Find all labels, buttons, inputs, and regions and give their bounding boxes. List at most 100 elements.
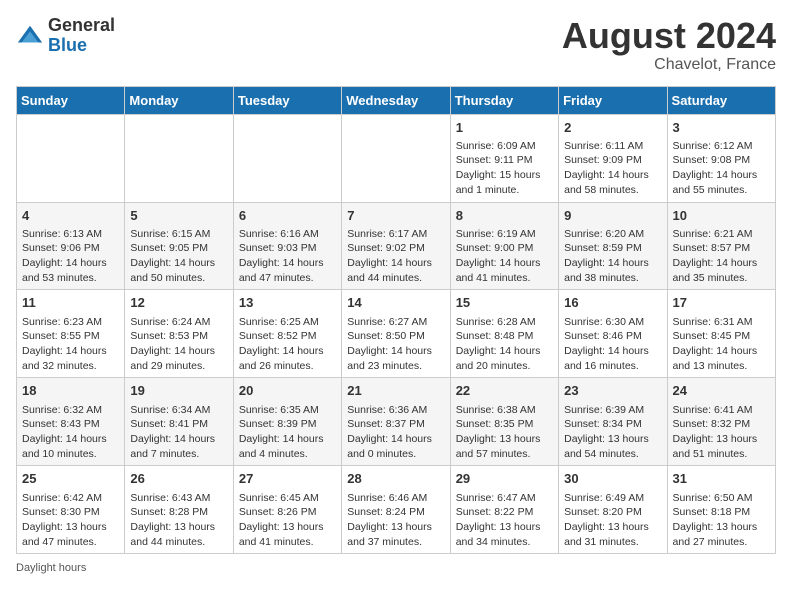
day-number: 30 bbox=[564, 470, 661, 488]
calendar-day-cell: 27 Sunrise: 6:45 AM Sunset: 8:26 PM Dayli… bbox=[233, 466, 341, 554]
calendar-day-cell bbox=[125, 114, 233, 202]
day-info: Sunrise: 6:31 AM Sunset: 8:45 PM Dayligh… bbox=[673, 315, 770, 374]
day-number: 23 bbox=[564, 382, 661, 400]
calendar: SundayMondayTuesdayWednesdayThursdayFrid… bbox=[16, 86, 776, 555]
day-number: 15 bbox=[456, 294, 553, 312]
day-info: Sunrise: 6:46 AM Sunset: 8:24 PM Dayligh… bbox=[347, 491, 444, 550]
calendar-day-cell: 21 Sunrise: 6:36 AM Sunset: 8:37 PM Dayli… bbox=[342, 378, 450, 466]
day-info: Sunrise: 6:19 AM Sunset: 9:00 PM Dayligh… bbox=[456, 227, 553, 286]
calendar-day-cell: 18 Sunrise: 6:32 AM Sunset: 8:43 PM Dayli… bbox=[17, 378, 125, 466]
day-number: 10 bbox=[673, 207, 770, 225]
day-info: Sunrise: 6:27 AM Sunset: 8:50 PM Dayligh… bbox=[347, 315, 444, 374]
day-info: Sunrise: 6:42 AM Sunset: 8:30 PM Dayligh… bbox=[22, 491, 119, 550]
day-number: 25 bbox=[22, 470, 119, 488]
day-info: Sunrise: 6:50 AM Sunset: 8:18 PM Dayligh… bbox=[673, 491, 770, 550]
day-info: Sunrise: 6:13 AM Sunset: 9:06 PM Dayligh… bbox=[22, 227, 119, 286]
calendar-day-cell: 14 Sunrise: 6:27 AM Sunset: 8:50 PM Dayli… bbox=[342, 290, 450, 378]
day-info: Sunrise: 6:17 AM Sunset: 9:02 PM Dayligh… bbox=[347, 227, 444, 286]
day-info: Sunrise: 6:38 AM Sunset: 8:35 PM Dayligh… bbox=[456, 403, 553, 462]
calendar-day-cell: 10Sunrise: 6:21 AM Sunset: 8:57 PM Dayli… bbox=[667, 202, 775, 290]
day-of-week-header: Monday bbox=[125, 86, 233, 114]
calendar-day-cell: 20 Sunrise: 6:35 AM Sunset: 8:39 PM Dayli… bbox=[233, 378, 341, 466]
calendar-day-cell: 1Sunrise: 6:09 AM Sunset: 9:11 PM Daylig… bbox=[450, 114, 558, 202]
day-info: Sunrise: 6:45 AM Sunset: 8:26 PM Dayligh… bbox=[239, 491, 336, 550]
calendar-day-cell: 8 Sunrise: 6:19 AM Sunset: 9:00 PM Daylig… bbox=[450, 202, 558, 290]
day-info: Sunrise: 6:41 AM Sunset: 8:32 PM Dayligh… bbox=[673, 403, 770, 462]
day-info: Sunrise: 6:36 AM Sunset: 8:37 PM Dayligh… bbox=[347, 403, 444, 462]
day-info: Sunrise: 6:12 AM Sunset: 9:08 PM Dayligh… bbox=[673, 139, 770, 198]
calendar-day-cell: 9 Sunrise: 6:20 AM Sunset: 8:59 PM Daylig… bbox=[559, 202, 667, 290]
day-number: 31 bbox=[673, 470, 770, 488]
calendar-day-cell bbox=[342, 114, 450, 202]
calendar-day-cell bbox=[17, 114, 125, 202]
calendar-week-row: 11Sunrise: 6:23 AM Sunset: 8:55 PM Dayli… bbox=[17, 290, 776, 378]
calendar-day-cell: 24Sunrise: 6:41 AM Sunset: 8:32 PM Dayli… bbox=[667, 378, 775, 466]
footer: Daylight hours bbox=[16, 562, 776, 574]
calendar-header-row: SundayMondayTuesdayWednesdayThursdayFrid… bbox=[17, 86, 776, 114]
day-number: 27 bbox=[239, 470, 336, 488]
calendar-day-cell: 30 Sunrise: 6:49 AM Sunset: 8:20 PM Dayli… bbox=[559, 466, 667, 554]
daylight-label: Daylight hours bbox=[16, 562, 86, 574]
calendar-day-cell: 29 Sunrise: 6:47 AM Sunset: 8:22 PM Dayli… bbox=[450, 466, 558, 554]
logo-icon bbox=[16, 22, 44, 50]
calendar-week-row: 25 Sunrise: 6:42 AM Sunset: 8:30 PM Dayli… bbox=[17, 466, 776, 554]
day-number: 5 bbox=[130, 207, 227, 225]
day-number: 22 bbox=[456, 382, 553, 400]
day-number: 21 bbox=[347, 382, 444, 400]
calendar-day-cell: 28Sunrise: 6:46 AM Sunset: 8:24 PM Dayli… bbox=[342, 466, 450, 554]
day-number: 6 bbox=[239, 207, 336, 225]
title-block: August 2024 Chavelot, France bbox=[562, 16, 776, 74]
day-number: 1 bbox=[456, 119, 553, 137]
logo: General Blue bbox=[16, 16, 115, 56]
calendar-week-row: 1Sunrise: 6:09 AM Sunset: 9:11 PM Daylig… bbox=[17, 114, 776, 202]
day-info: Sunrise: 6:25 AM Sunset: 8:52 PM Dayligh… bbox=[239, 315, 336, 374]
calendar-day-cell: 6Sunrise: 6:16 AM Sunset: 9:03 PM Daylig… bbox=[233, 202, 341, 290]
calendar-day-cell: 7Sunrise: 6:17 AM Sunset: 9:02 PM Daylig… bbox=[342, 202, 450, 290]
day-number: 20 bbox=[239, 382, 336, 400]
calendar-week-row: 4 Sunrise: 6:13 AM Sunset: 9:06 PM Daylig… bbox=[17, 202, 776, 290]
day-of-week-header: Thursday bbox=[450, 86, 558, 114]
calendar-day-cell: 11Sunrise: 6:23 AM Sunset: 8:55 PM Dayli… bbox=[17, 290, 125, 378]
day-info: Sunrise: 6:35 AM Sunset: 8:39 PM Dayligh… bbox=[239, 403, 336, 462]
day-info: Sunrise: 6:47 AM Sunset: 8:22 PM Dayligh… bbox=[456, 491, 553, 550]
day-info: Sunrise: 6:49 AM Sunset: 8:20 PM Dayligh… bbox=[564, 491, 661, 550]
day-number: 11 bbox=[22, 294, 119, 312]
day-number: 12 bbox=[130, 294, 227, 312]
day-info: Sunrise: 6:24 AM Sunset: 8:53 PM Dayligh… bbox=[130, 315, 227, 374]
day-number: 13 bbox=[239, 294, 336, 312]
day-info: Sunrise: 6:32 AM Sunset: 8:43 PM Dayligh… bbox=[22, 403, 119, 462]
day-number: 9 bbox=[564, 207, 661, 225]
day-of-week-header: Tuesday bbox=[233, 86, 341, 114]
calendar-day-cell: 25 Sunrise: 6:42 AM Sunset: 8:30 PM Dayli… bbox=[17, 466, 125, 554]
day-info: Sunrise: 6:43 AM Sunset: 8:28 PM Dayligh… bbox=[130, 491, 227, 550]
day-of-week-header: Saturday bbox=[667, 86, 775, 114]
day-number: 8 bbox=[456, 207, 553, 225]
calendar-day-cell: 13 Sunrise: 6:25 AM Sunset: 8:52 PM Dayli… bbox=[233, 290, 341, 378]
calendar-day-cell: 23 Sunrise: 6:39 AM Sunset: 8:34 PM Dayli… bbox=[559, 378, 667, 466]
day-number: 16 bbox=[564, 294, 661, 312]
calendar-day-cell: 15 Sunrise: 6:28 AM Sunset: 8:48 PM Dayli… bbox=[450, 290, 558, 378]
calendar-day-cell: 2Sunrise: 6:11 AM Sunset: 9:09 PM Daylig… bbox=[559, 114, 667, 202]
day-number: 29 bbox=[456, 470, 553, 488]
day-number: 3 bbox=[673, 119, 770, 137]
logo-blue: Blue bbox=[48, 36, 115, 56]
logo-general: General bbox=[48, 16, 115, 36]
calendar-day-cell: 22 Sunrise: 6:38 AM Sunset: 8:35 PM Dayli… bbox=[450, 378, 558, 466]
calendar-day-cell: 31 Sunrise: 6:50 AM Sunset: 8:18 PM Dayli… bbox=[667, 466, 775, 554]
day-number: 17 bbox=[673, 294, 770, 312]
calendar-day-cell: 26Sunrise: 6:43 AM Sunset: 8:28 PM Dayli… bbox=[125, 466, 233, 554]
page-header: General Blue August 2024 Chavelot, Franc… bbox=[16, 16, 776, 74]
day-number: 14 bbox=[347, 294, 444, 312]
calendar-day-cell: 4 Sunrise: 6:13 AM Sunset: 9:06 PM Daylig… bbox=[17, 202, 125, 290]
day-info: Sunrise: 6:34 AM Sunset: 8:41 PM Dayligh… bbox=[130, 403, 227, 462]
logo-text: General Blue bbox=[48, 16, 115, 56]
day-info: Sunrise: 6:28 AM Sunset: 8:48 PM Dayligh… bbox=[456, 315, 553, 374]
day-of-week-header: Wednesday bbox=[342, 86, 450, 114]
day-info: Sunrise: 6:20 AM Sunset: 8:59 PM Dayligh… bbox=[564, 227, 661, 286]
day-info: Sunrise: 6:39 AM Sunset: 8:34 PM Dayligh… bbox=[564, 403, 661, 462]
day-of-week-header: Friday bbox=[559, 86, 667, 114]
calendar-day-cell bbox=[233, 114, 341, 202]
day-number: 18 bbox=[22, 382, 119, 400]
day-number: 4 bbox=[22, 207, 119, 225]
day-info: Sunrise: 6:30 AM Sunset: 8:46 PM Dayligh… bbox=[564, 315, 661, 374]
